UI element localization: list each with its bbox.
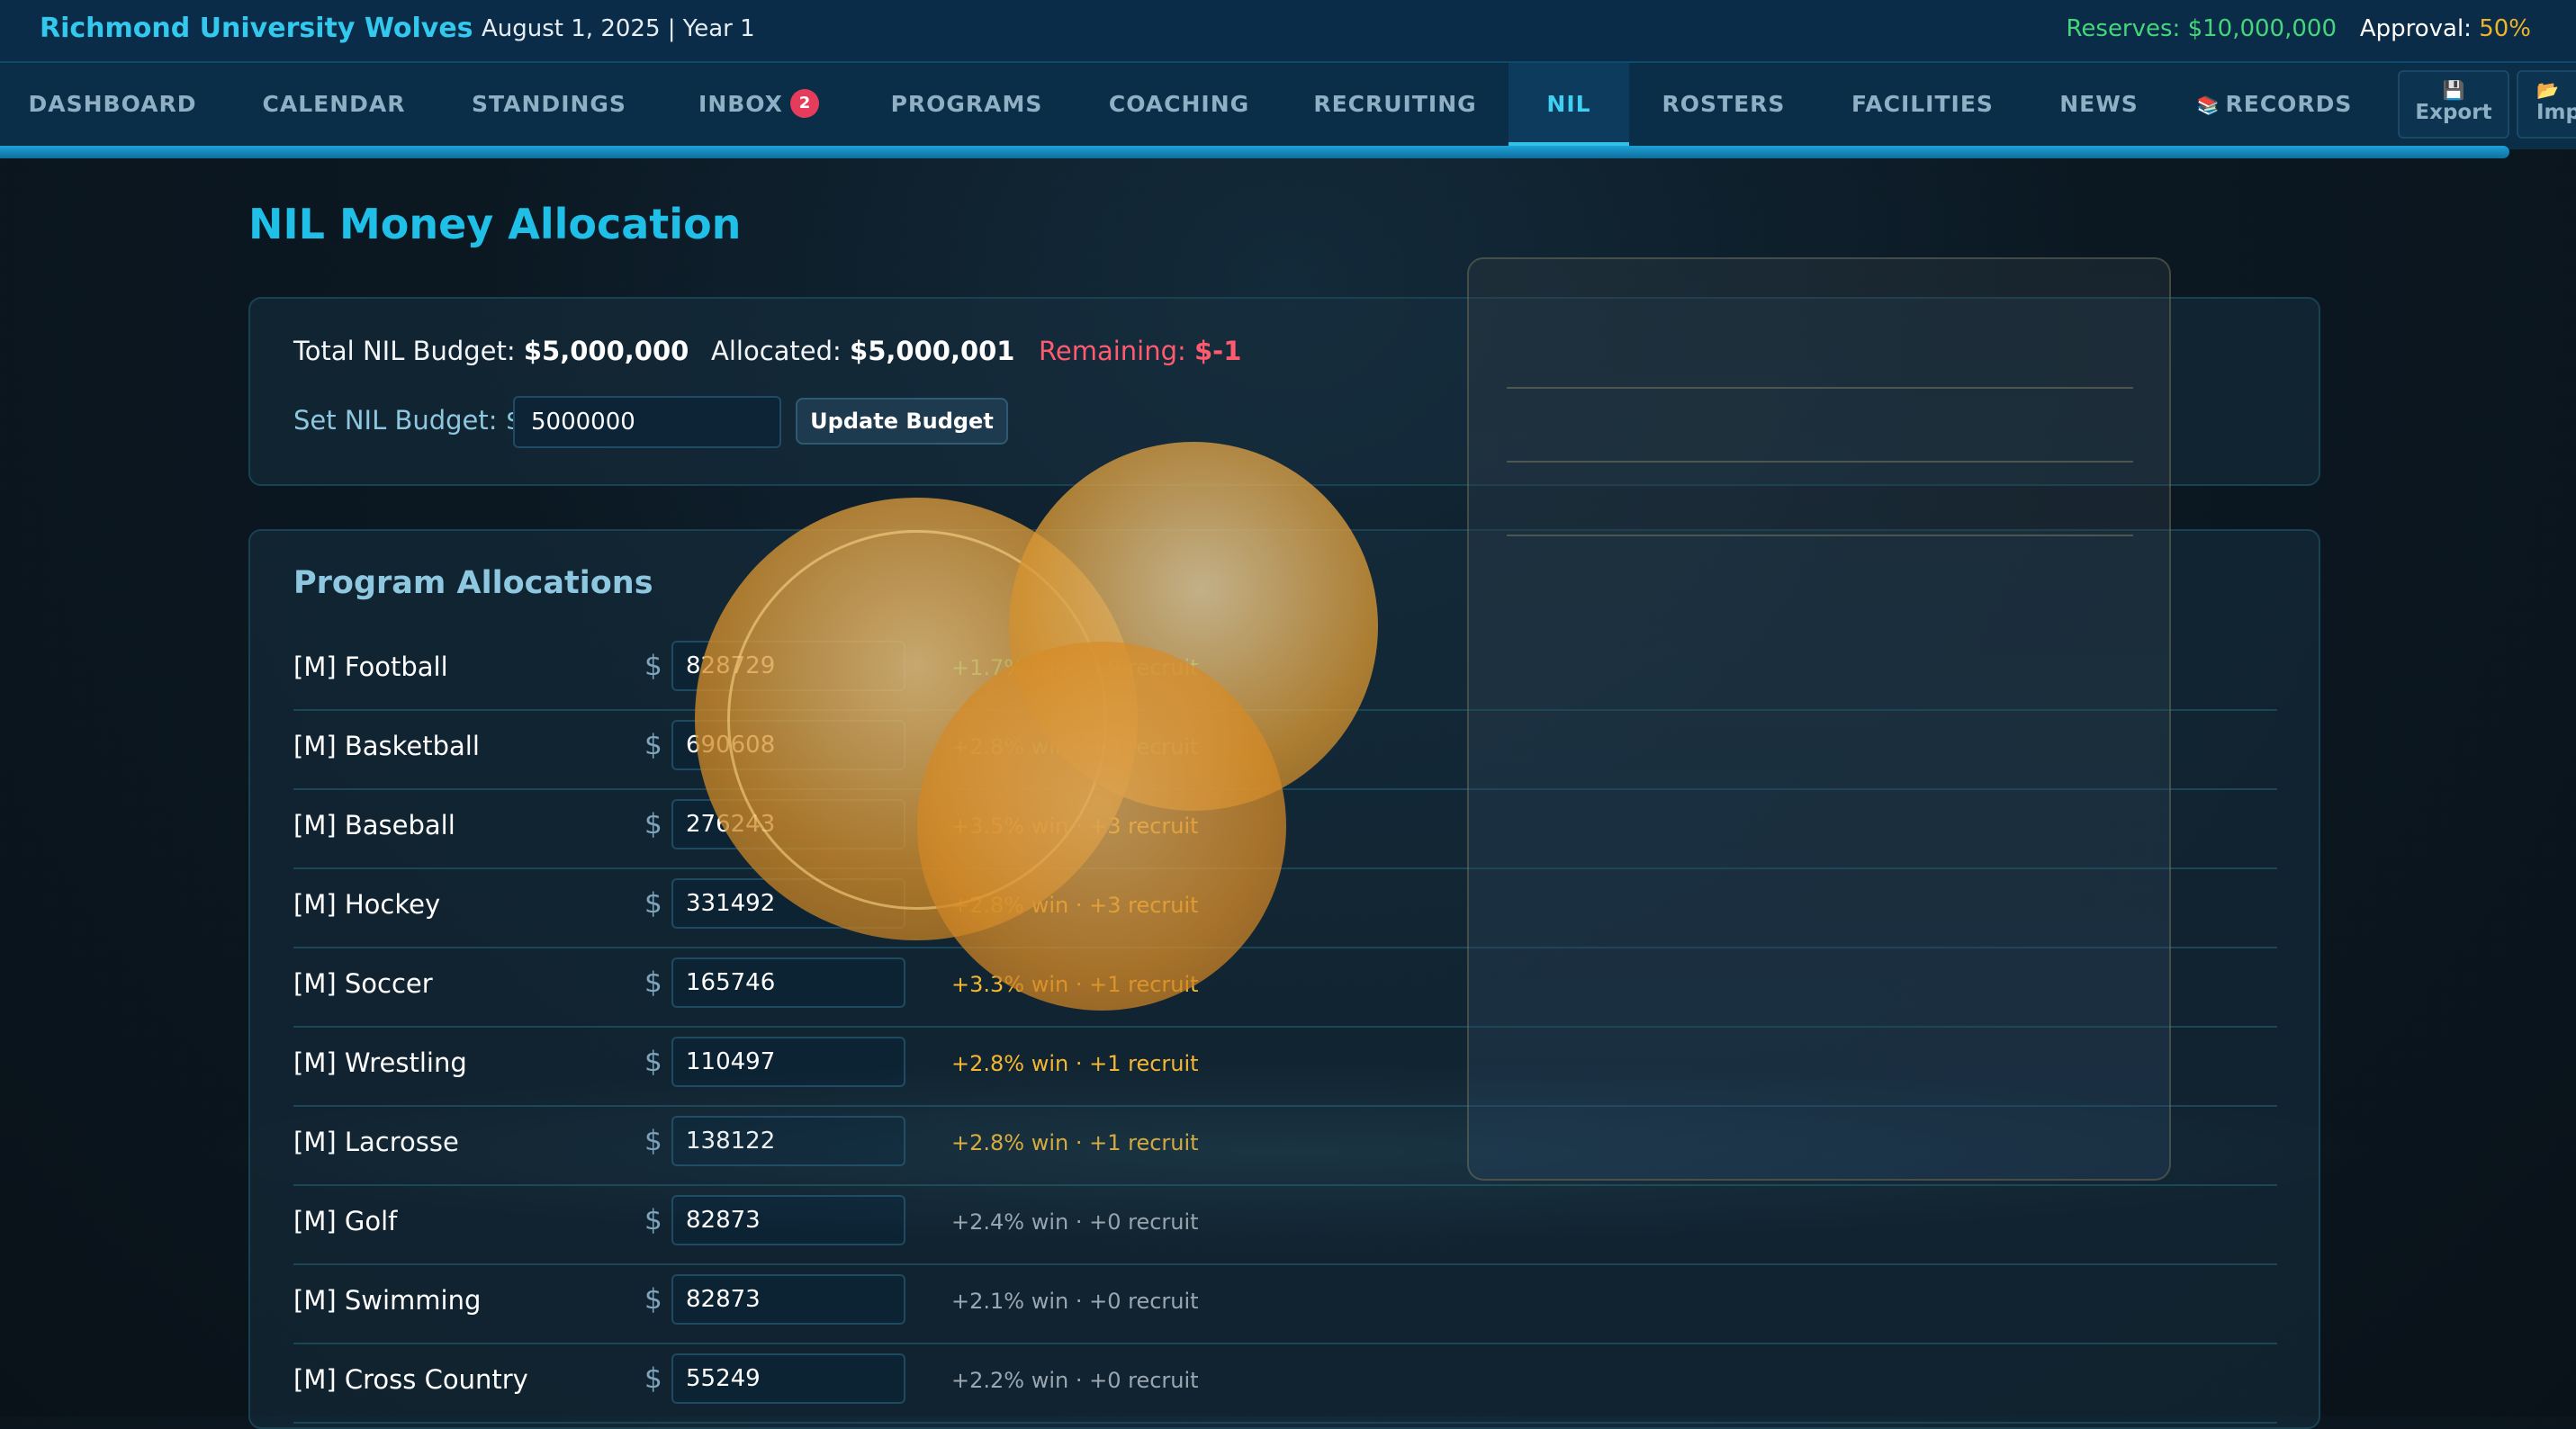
placeholder-line	[1507, 387, 2133, 389]
update-budget-button[interactable]: Update Budget	[796, 398, 1008, 445]
allocated-value: $5,000,001	[850, 336, 1015, 366]
sport-name: [M] Swimming	[293, 1285, 482, 1316]
allocation-amount-input[interactable]	[671, 1353, 905, 1404]
page-title: NIL Money Allocation	[248, 200, 742, 248]
allocation-effect: +2.2% win · +0 recruit	[951, 1368, 1199, 1393]
allocated-stat: Allocated: $5,000,001	[711, 336, 1015, 366]
nav-records[interactable]: 📚 RECORDS	[2171, 63, 2378, 146]
currency-symbol: $	[644, 966, 662, 999]
allocation-amount-input[interactable]	[671, 1274, 905, 1325]
row-divider	[293, 1422, 2277, 1424]
allocation-amount-input[interactable]	[671, 957, 905, 1008]
section-title: Program Allocations	[293, 565, 653, 601]
currency-symbol: $	[644, 1362, 662, 1395]
currency-symbol: $	[644, 808, 662, 840]
allocation-effect: +2.1% win · +0 recruit	[951, 1289, 1199, 1314]
current-date: August 1, 2025 | Year 1	[482, 15, 755, 42]
allocation-row: [M] Swimming $ +2.1% win · +0 recruit	[293, 1265, 2277, 1344]
nav-rosters[interactable]: ROSTERS	[1629, 63, 1818, 146]
import-label: Imp	[2536, 101, 2576, 124]
remaining-value: $-1	[1193, 336, 1242, 366]
total-budget-stat: Total NIL Budget: $5,000,000	[293, 336, 689, 366]
sport-name: [M] Wrestling	[293, 1047, 467, 1078]
placeholder-line	[1507, 535, 2133, 536]
total-budget-label: Total NIL Budget:	[293, 336, 524, 366]
sport-name: [M] Baseball	[293, 810, 455, 840]
sport-name: [M] Football	[293, 652, 448, 682]
sport-name: [M] Golf	[293, 1206, 398, 1236]
total-budget-value: $5,000,000	[523, 336, 689, 366]
currency-symbol: $	[644, 1283, 662, 1316]
nav-facilities[interactable]: FACILITIES	[1818, 63, 2027, 146]
approval-value: 50%	[2479, 15, 2531, 42]
budget-input[interactable]	[513, 396, 781, 448]
inbox-count-badge: 2	[789, 89, 819, 118]
allocation-row: [M] Cross Country $ +2.2% win · +0 recruit	[293, 1344, 2277, 1424]
currency-symbol: $	[644, 729, 662, 761]
nav-nil[interactable]: NIL	[1509, 63, 1629, 146]
nav-inbox-label: INBOX	[698, 91, 783, 117]
placeholder-line	[1507, 461, 2133, 463]
books-icon: 📚	[2196, 94, 2220, 116]
nav-accent-bar	[0, 146, 2509, 158]
export-label: Export	[2415, 101, 2492, 124]
remaining-stat: Remaining: $-1	[1039, 336, 1241, 366]
nav-records-label: RECORDS	[2225, 91, 2353, 117]
top-bar: Richmond University Wolves August 1, 202…	[0, 0, 2576, 63]
app-title: Richmond University Wolves	[40, 13, 473, 44]
set-budget-label: Set NIL Budget: $	[293, 405, 523, 436]
folder-icon: 📂	[2536, 79, 2559, 101]
nav-dashboard[interactable]: DASHBOARD	[0, 63, 225, 146]
nav-coaching[interactable]: COACHING	[1071, 63, 1287, 146]
nav-inbox[interactable]: INBOX 2	[655, 63, 862, 146]
currency-symbol: $	[644, 1046, 662, 1078]
import-button[interactable]: 📂Imp	[2517, 70, 2576, 139]
currency-symbol: $	[644, 887, 662, 920]
nav-standings[interactable]: STANDINGS	[443, 63, 655, 146]
save-icon: 💾	[2442, 79, 2465, 101]
export-button[interactable]: 💾 Export	[2398, 70, 2509, 139]
nav-calendar[interactable]: CALENDAR	[225, 63, 443, 146]
sport-name: [M] Basketball	[293, 731, 480, 761]
remaining-label: Remaining:	[1039, 336, 1194, 366]
sport-name: [M] Soccer	[293, 968, 433, 999]
main-nav: DASHBOARD CALENDAR STANDINGS INBOX 2 PROG…	[0, 63, 2576, 149]
currency-symbol: $	[644, 650, 662, 682]
coin-icon	[917, 642, 1286, 1011]
approval-label: Approval:	[2359, 15, 2480, 42]
allocated-label: Allocated:	[711, 336, 851, 366]
approval-readout: Approval: 50%	[2360, 15, 2531, 42]
placeholder-card	[1467, 257, 2171, 1181]
sport-name: [M] Hockey	[293, 889, 441, 920]
nav-news[interactable]: NEWS	[2027, 63, 2171, 146]
reserves-readout: Reserves: $10,000,000	[2066, 15, 2337, 42]
nav-programs[interactable]: PROGRAMS	[862, 63, 1071, 146]
nav-recruiting[interactable]: RECRUITING	[1287, 63, 1503, 146]
sport-name: [M] Cross Country	[293, 1364, 528, 1395]
